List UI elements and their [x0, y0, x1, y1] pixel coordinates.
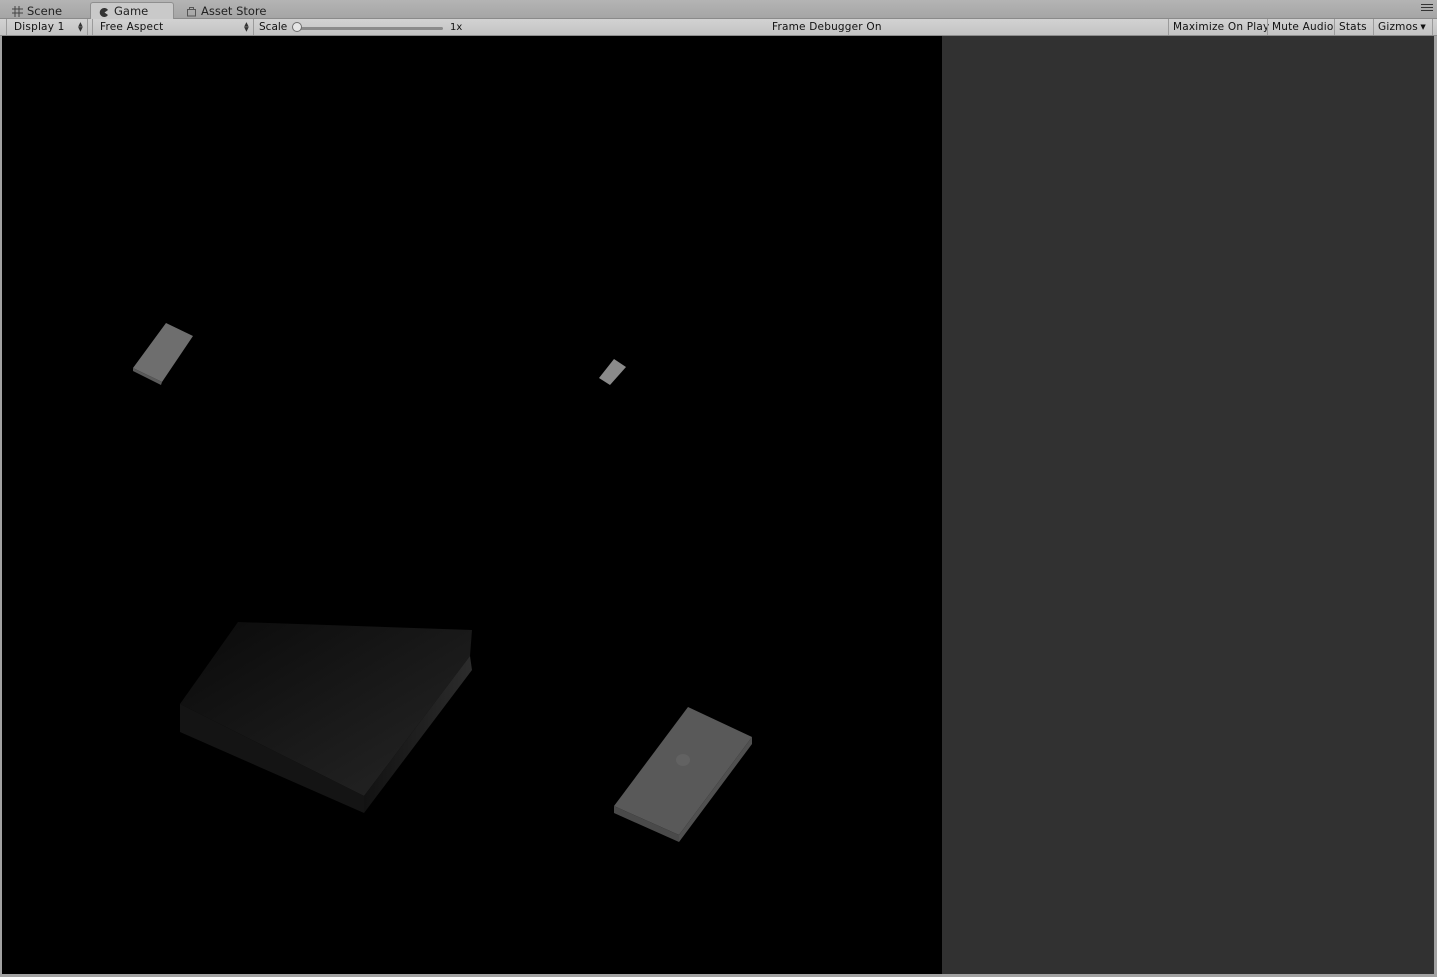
- gizmos-dropdown[interactable]: Gizmos ▼: [1373, 19, 1433, 35]
- asset-store-icon: [186, 5, 197, 17]
- scene-object-tiny-tile: [599, 359, 626, 385]
- tab-asset-store-label: Asset Store: [201, 3, 267, 18]
- tab-asset-store[interactable]: Asset Store: [178, 2, 275, 19]
- frame-debugger-status: Frame Debugger On: [772, 21, 882, 33]
- dropdown-arrows-icon: ▲ ▼: [244, 21, 249, 33]
- scene-object-small-tile-left: [133, 323, 193, 385]
- panel-menu-icon[interactable]: [1421, 4, 1433, 14]
- tab-game-label: Game: [114, 4, 149, 18]
- maximize-on-play-toggle[interactable]: Maximize On Play: [1168, 19, 1273, 35]
- unused-view-area: [942, 36, 1434, 974]
- editor-tab-bar: Scene Game Asset Store: [0, 0, 1437, 19]
- scene-grid-icon: [12, 5, 23, 17]
- dropdown-arrows-icon: ▲ ▼: [78, 21, 83, 33]
- aspect-dropdown[interactable]: Free Aspect ▲ ▼: [92, 19, 254, 35]
- tab-scene[interactable]: Scene: [4, 2, 70, 19]
- display-dropdown-value: Display 1: [14, 21, 65, 33]
- gizmos-label: Gizmos: [1378, 21, 1418, 33]
- game-render-viewport[interactable]: [2, 36, 942, 974]
- scale-value: 1x: [450, 22, 463, 33]
- scale-label: Scale: [259, 21, 288, 33]
- tab-game[interactable]: Game: [90, 2, 174, 19]
- scale-slider-track[interactable]: [297, 27, 443, 30]
- aspect-dropdown-value: Free Aspect: [100, 21, 164, 33]
- game-scene-render: [133, 323, 752, 842]
- scene-object-dark-slab: [180, 622, 472, 813]
- scale-slider-thumb[interactable]: [292, 22, 302, 32]
- tab-scene-label: Scene: [27, 3, 63, 18]
- stats-toggle[interactable]: Stats: [1334, 19, 1371, 35]
- scene-object-medium-tile: [614, 707, 752, 842]
- game-view-toolbar: Display 1 ▲ ▼ Free Aspect ▲ ▼ Scale 1x Fra…: [0, 19, 1437, 36]
- mute-audio-toggle[interactable]: Mute Audio: [1267, 19, 1337, 35]
- game-pacman-icon: [99, 6, 110, 17]
- display-dropdown[interactable]: Display 1 ▲ ▼: [6, 19, 88, 35]
- chevron-down-icon: ▼: [1420, 23, 1426, 31]
